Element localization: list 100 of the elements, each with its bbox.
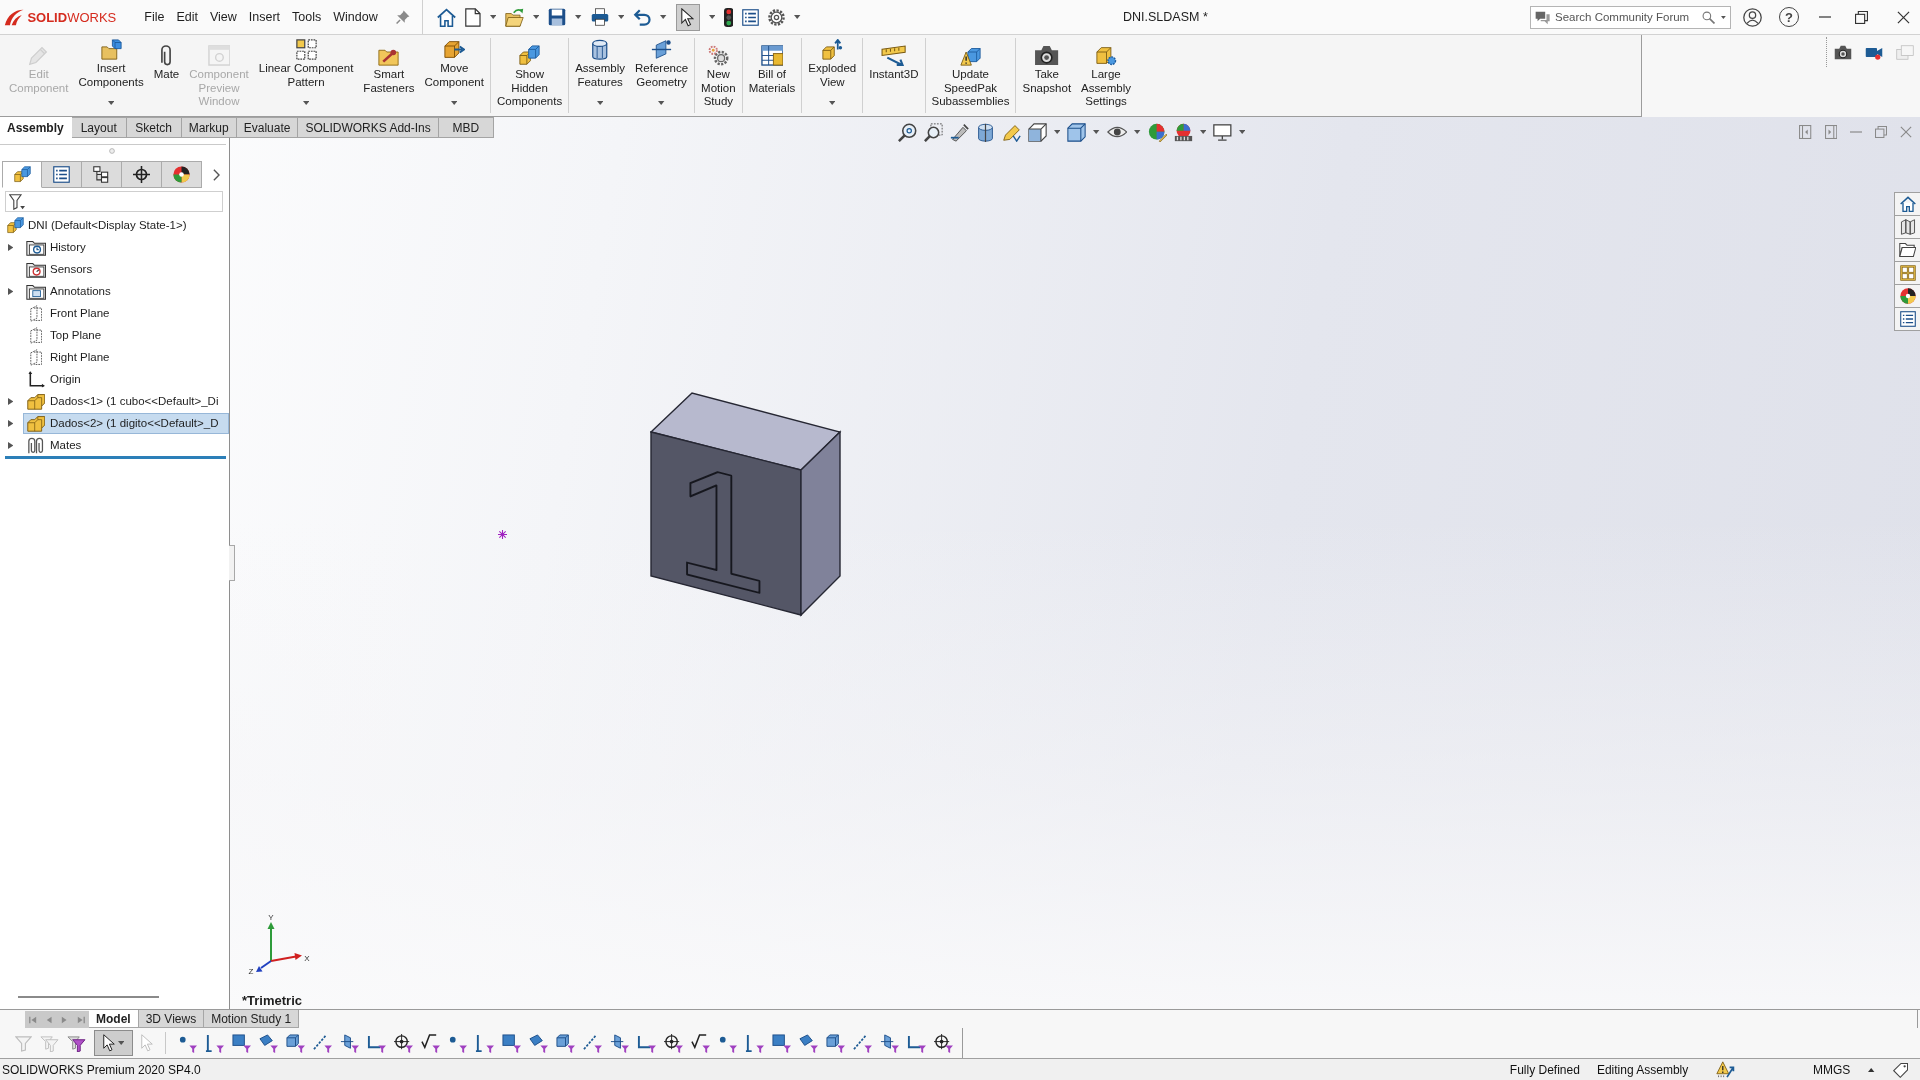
tree-item[interactable]: Annotations [23,280,229,302]
plane-filter-icon[interactable] [340,1033,360,1053]
search-icon[interactable] [1702,10,1715,24]
tree-item[interactable]: History [23,236,229,258]
plane-filter-icon[interactable] [610,1033,630,1053]
magnifier-icon[interactable] [898,122,917,142]
target-filter-icon[interactable] [394,1033,414,1053]
caret-icon[interactable] [658,101,665,105]
view-tab[interactable]: 3D Views [138,1010,205,1028]
command-button[interactable]: Update SpeedPak Subassemblies [926,35,1015,116]
command-button[interactable]: Instant3D [864,35,924,116]
open-folder-icon[interactable] [504,7,524,27]
ribbon-tab[interactable]: MBD [438,117,494,138]
tree-item[interactable]: Front Plane [23,302,229,324]
warning-arrow-icon[interactable] [1716,1061,1735,1078]
expand-arrow-icon[interactable] [7,243,14,251]
command-button[interactable]: Smart Fasteners [358,35,420,116]
eye-icon[interactable] [1106,126,1128,138]
square-filter-icon[interactable] [232,1033,252,1053]
cube-filter-icon[interactable] [826,1033,846,1053]
target-filter-icon[interactable] [664,1033,684,1053]
menu-item[interactable]: Edit [170,7,204,27]
undo-icon[interactable] [633,8,652,26]
face-filter-icon[interactable] [259,1033,279,1053]
command-button[interactable]: New Motion Study [696,35,741,116]
task-pane-tab[interactable] [1894,307,1920,331]
select-button[interactable] [675,3,700,31]
tree-item[interactable]: Dados<1> (1 cubo<<Default>_Di [23,390,229,412]
cube-icon[interactable] [1028,122,1047,142]
target-filter-icon[interactable] [934,1033,954,1053]
task-pane-tab[interactable] [1894,192,1920,216]
caret-icon[interactable] [1721,15,1726,19]
panel-right-icon[interactable] [1824,125,1837,139]
command-button[interactable]: Take Snapshot [1017,35,1077,116]
tag-icon[interactable] [1892,1061,1908,1078]
command-button[interactable]: Exploded View [803,35,862,116]
caret-icon[interactable] [575,15,582,19]
pen-arrow-icon[interactable] [950,122,969,142]
collapse-handle[interactable] [229,545,235,581]
corner-filter-icon[interactable] [367,1033,387,1053]
ribbon-tab[interactable]: Markup [181,117,237,138]
caret-icon[interactable] [302,101,310,105]
menu-item[interactable]: File [138,7,171,27]
unit-system[interactable]: MMGS [1812,1062,1851,1077]
pin-icon[interactable] [395,10,410,24]
settings-icon[interactable] [768,8,786,26]
face-filter-icon[interactable] [799,1033,819,1053]
view-tab[interactable]: Motion Study 1 [204,1010,300,1028]
expand-arrow-icon[interactable] [7,419,14,427]
command-button[interactable]: Mate [148,35,185,116]
menu-item[interactable]: Tools [286,7,328,27]
caret-icon[interactable] [451,101,458,105]
traffic-light-icon[interactable] [723,7,734,27]
caret-icon[interactable] [829,101,836,105]
expand-arrow-icon[interactable] [7,287,14,295]
caret-icon[interactable] [107,101,115,105]
color-ball-icon[interactable] [1147,122,1167,142]
caret-icon[interactable] [1093,130,1100,134]
save-icon[interactable] [548,8,567,26]
sliced-cylinder-icon[interactable] [976,122,995,142]
check-filter-icon[interactable] [421,1033,441,1053]
line-filter-icon[interactable] [475,1033,495,1053]
task-pane-tab[interactable] [1894,238,1920,262]
magnifier-frame-icon[interactable] [924,122,943,142]
tree-item[interactable]: Right Plane [23,346,229,368]
caret-up-icon[interactable] [1868,1067,1875,1072]
panel-tab[interactable] [82,161,122,188]
square-filter-icon[interactable] [772,1033,792,1053]
cube-filter-icon[interactable] [556,1033,576,1053]
filter-field[interactable] [5,191,223,212]
home-icon[interactable] [436,7,456,27]
tree-item[interactable]: Top Plane [23,324,229,346]
caret-icon[interactable] [1134,130,1141,134]
tree-item[interactable]: Origin [23,368,229,390]
tree-item[interactable]: Dados<2> (1 digito<<Default>_D [23,412,229,434]
caret-icon[interactable] [660,15,667,19]
caret-icon[interactable] [596,101,604,105]
close-icon[interactable] [1897,10,1910,24]
face-filter-icon[interactable] [529,1033,549,1053]
view-tab[interactable]: Model [89,1010,139,1028]
command-button[interactable]: Move Component [419,35,489,116]
panel-tab[interactable] [162,161,202,188]
dashed-line-filter-icon[interactable] [853,1033,873,1053]
ribbon-tab[interactable]: Sketch [126,117,182,138]
command-button[interactable]: Insert Components [73,35,149,116]
ribbon-tab[interactable]: Layout [71,117,127,138]
select-button[interactable] [93,1030,134,1056]
caret-icon[interactable] [1054,130,1061,134]
dashed-line-filter-icon[interactable] [583,1033,603,1053]
grip-dot-icon[interactable] [108,148,115,154]
ribbon-tab[interactable]: Evaluate [236,117,299,138]
line-filter-icon[interactable] [205,1033,225,1053]
check-filter-icon[interactable] [691,1033,711,1053]
horizontal-scrollbar[interactable] [18,996,159,998]
caret-icon[interactable] [489,15,496,19]
pencil-icon[interactable] [1002,122,1021,142]
shaded-cube-icon[interactable] [1067,122,1087,142]
cube-filter-icon[interactable] [286,1033,306,1053]
command-button[interactable]: Bill of Materials [743,35,801,116]
scene-ball-icon[interactable] [1173,122,1193,142]
